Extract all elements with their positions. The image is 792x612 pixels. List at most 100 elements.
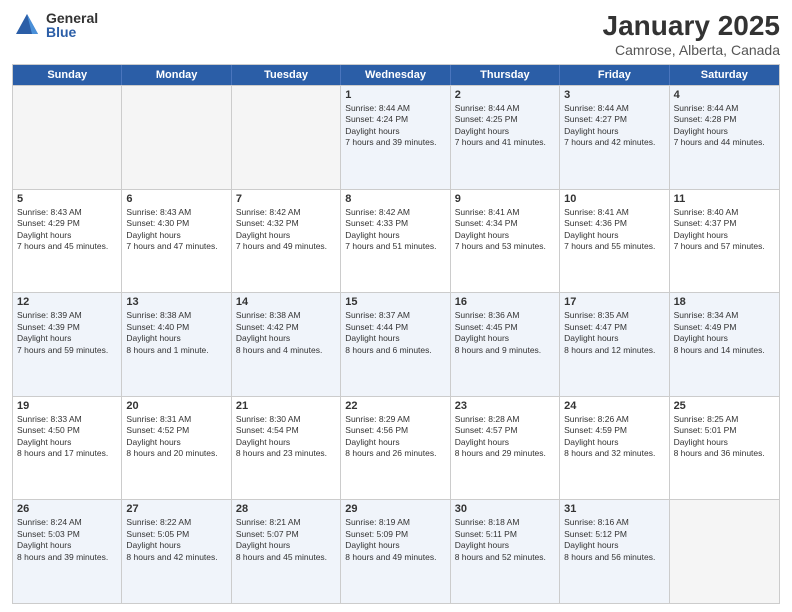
cell-info: Sunrise: 8:38 AMSunset: 4:42 PMDaylight …: [236, 310, 336, 356]
empty-cell: [122, 86, 231, 189]
day-cell-28: 28 Sunrise: 8:21 AMSunset: 5:07 PMDayligh…: [232, 500, 341, 603]
day-number: 1: [345, 89, 445, 101]
day-number: 12: [17, 296, 117, 308]
cell-info: Sunrise: 8:19 AMSunset: 5:09 PMDaylight …: [345, 517, 445, 563]
day-header-tuesday: Tuesday: [232, 65, 341, 85]
day-cell-6: 6 Sunrise: 8:43 AMSunset: 4:30 PMDaylight…: [122, 190, 231, 293]
calendar-header: SundayMondayTuesdayWednesdayThursdayFrid…: [13, 65, 779, 85]
page-header: General Blue January 2025 Camrose, Alber…: [12, 10, 780, 58]
day-number: 19: [17, 400, 117, 412]
cell-info: Sunrise: 8:38 AMSunset: 4:40 PMDaylight …: [126, 310, 226, 356]
day-header-saturday: Saturday: [670, 65, 779, 85]
logo-blue: Blue: [46, 25, 98, 39]
day-number: 22: [345, 400, 445, 412]
cell-info: Sunrise: 8:31 AMSunset: 4:52 PMDaylight …: [126, 414, 226, 460]
cell-info: Sunrise: 8:42 AMSunset: 4:32 PMDaylight …: [236, 207, 336, 253]
day-cell-18: 18Sunrise: 8:34 AMSunset: 4:49 PMDayligh…: [670, 293, 779, 396]
calendar: SundayMondayTuesdayWednesdayThursdayFrid…: [12, 64, 780, 604]
cell-info: Sunrise: 8:39 AMSunset: 4:39 PMDaylight …: [17, 310, 117, 356]
cell-info: Sunrise: 8:29 AMSunset: 4:56 PMDaylight …: [345, 414, 445, 460]
day-number: 15: [345, 296, 445, 308]
day-cell-24: 24Sunrise: 8:26 AMSunset: 4:59 PMDayligh…: [560, 397, 669, 500]
day-number: 26: [17, 503, 117, 515]
day-header-sunday: Sunday: [13, 65, 122, 85]
calendar-row: 1 Sunrise: 8:44 AMSunset: 4:24 PMDaylight…: [13, 85, 779, 189]
cell-info: Sunrise: 8:22 AMSunset: 5:05 PMDaylight …: [126, 517, 226, 563]
day-cell-12: 12 Sunrise: 8:39 AMSunset: 4:39 PMDayligh…: [13, 293, 122, 396]
cell-info: Sunrise: 8:33 AMSunset: 4:50 PMDaylight …: [17, 414, 117, 460]
title-block: January 2025 Camrose, Alberta, Canada: [603, 10, 780, 58]
day-number: 5: [17, 193, 117, 205]
cell-info: Sunrise: 8:43 AMSunset: 4:29 PMDaylight …: [17, 207, 117, 253]
day-number: 6: [126, 193, 226, 205]
day-number: 23: [455, 400, 555, 412]
day-header-monday: Monday: [122, 65, 231, 85]
day-cell-8: 8 Sunrise: 8:42 AMSunset: 4:33 PMDaylight…: [341, 190, 450, 293]
cell-info: Sunrise: 8:18 AMSunset: 5:11 PMDaylight …: [455, 517, 555, 563]
logo-general: General: [46, 11, 98, 25]
day-cell-27: 27Sunrise: 8:22 AMSunset: 5:05 PMDayligh…: [122, 500, 231, 603]
day-number: 24: [564, 400, 664, 412]
cell-info: Sunrise: 8:41 AMSunset: 4:34 PMDaylight …: [455, 207, 555, 253]
day-cell-30: 30Sunrise: 8:18 AMSunset: 5:11 PMDayligh…: [451, 500, 560, 603]
day-number: 9: [455, 193, 555, 205]
day-number: 17: [564, 296, 664, 308]
logo-text: General Blue: [46, 11, 98, 39]
cell-info: Sunrise: 8:25 AMSunset: 5:01 PMDaylight …: [674, 414, 775, 460]
cell-info: Sunrise: 8:36 AMSunset: 4:45 PMDaylight …: [455, 310, 555, 356]
calendar-body: 1 Sunrise: 8:44 AMSunset: 4:24 PMDaylight…: [13, 85, 779, 603]
cell-info: Sunrise: 8:34 AMSunset: 4:49 PMDaylight …: [674, 310, 775, 356]
day-cell-3: 3Sunrise: 8:44 AMSunset: 4:27 PMDaylight…: [560, 86, 669, 189]
day-cell-14: 14 Sunrise: 8:38 AMSunset: 4:42 PMDayligh…: [232, 293, 341, 396]
day-number: 2: [455, 89, 555, 101]
day-number: 10: [564, 193, 664, 205]
month-title: January 2025: [603, 10, 780, 42]
day-number: 20: [126, 400, 226, 412]
empty-cell: [232, 86, 341, 189]
day-cell-29: 29 Sunrise: 8:19 AMSunset: 5:09 PMDayligh…: [341, 500, 450, 603]
day-cell-17: 17 Sunrise: 8:35 AMSunset: 4:47 PMDayligh…: [560, 293, 669, 396]
day-cell-16: 16Sunrise: 8:36 AMSunset: 4:45 PMDayligh…: [451, 293, 560, 396]
day-cell-5: 5 Sunrise: 8:43 AMSunset: 4:29 PMDaylight…: [13, 190, 122, 293]
cell-info: Sunrise: 8:43 AMSunset: 4:30 PMDaylight …: [126, 207, 226, 253]
empty-cell: [670, 500, 779, 603]
cell-info: Sunrise: 8:44 AMSunset: 4:28 PMDaylight …: [674, 103, 775, 149]
cell-info: Sunrise: 8:16 AMSunset: 5:12 PMDaylight …: [564, 517, 664, 563]
day-number: 31: [564, 503, 664, 515]
cell-info: Sunrise: 8:42 AMSunset: 4:33 PMDaylight …: [345, 207, 445, 253]
cell-info: Sunrise: 8:41 AMSunset: 4:36 PMDaylight …: [564, 207, 664, 253]
cell-info: Sunrise: 8:40 AMSunset: 4:37 PMDaylight …: [674, 207, 775, 253]
calendar-container: General Blue January 2025 Camrose, Alber…: [0, 0, 792, 612]
day-cell-10: 10 Sunrise: 8:41 AMSunset: 4:36 PMDayligh…: [560, 190, 669, 293]
day-number: 11: [674, 193, 775, 205]
cell-info: Sunrise: 8:44 AMSunset: 4:24 PMDaylight …: [345, 103, 445, 149]
calendar-row: 26 Sunrise: 8:24 AMSunset: 5:03 PMDayligh…: [13, 499, 779, 603]
logo: General Blue: [12, 10, 98, 40]
logo-icon: [12, 10, 42, 40]
day-header-friday: Friday: [560, 65, 669, 85]
day-cell-4: 4 Sunrise: 8:44 AMSunset: 4:28 PMDaylight…: [670, 86, 779, 189]
calendar-row: 19 Sunrise: 8:33 AMSunset: 4:50 PMDayligh…: [13, 396, 779, 500]
day-number: 8: [345, 193, 445, 205]
day-number: 29: [345, 503, 445, 515]
day-cell-31: 31 Sunrise: 8:16 AMSunset: 5:12 PMDayligh…: [560, 500, 669, 603]
day-cell-23: 23 Sunrise: 8:28 AMSunset: 4:57 PMDayligh…: [451, 397, 560, 500]
day-cell-2: 2 Sunrise: 8:44 AMSunset: 4:25 PMDaylight…: [451, 86, 560, 189]
cell-info: Sunrise: 8:28 AMSunset: 4:57 PMDaylight …: [455, 414, 555, 460]
cell-info: Sunrise: 8:35 AMSunset: 4:47 PMDaylight …: [564, 310, 664, 356]
day-number: 7: [236, 193, 336, 205]
cell-info: Sunrise: 8:24 AMSunset: 5:03 PMDaylight …: [17, 517, 117, 563]
day-number: 4: [674, 89, 775, 101]
cell-info: Sunrise: 8:21 AMSunset: 5:07 PMDaylight …: [236, 517, 336, 563]
day-number: 28: [236, 503, 336, 515]
calendar-row: 12 Sunrise: 8:39 AMSunset: 4:39 PMDayligh…: [13, 292, 779, 396]
cell-info: Sunrise: 8:44 AMSunset: 4:25 PMDaylight …: [455, 103, 555, 149]
day-header-thursday: Thursday: [451, 65, 560, 85]
day-cell-19: 19 Sunrise: 8:33 AMSunset: 4:50 PMDayligh…: [13, 397, 122, 500]
day-number: 14: [236, 296, 336, 308]
day-number: 3: [564, 89, 664, 101]
day-number: 25: [674, 400, 775, 412]
day-cell-13: 13Sunrise: 8:38 AMSunset: 4:40 PMDayligh…: [122, 293, 231, 396]
empty-cell: [13, 86, 122, 189]
day-cell-9: 9 Sunrise: 8:41 AMSunset: 4:34 PMDaylight…: [451, 190, 560, 293]
